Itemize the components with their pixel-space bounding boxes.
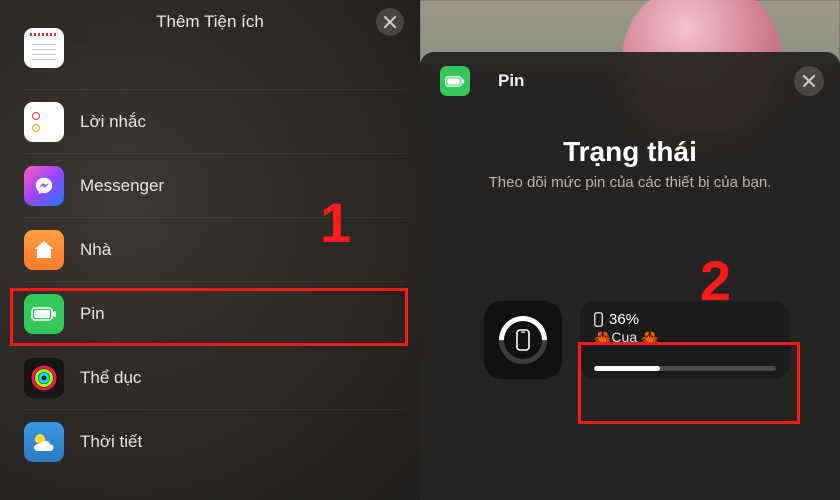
sheet-header: Pin	[420, 52, 840, 106]
app-label: Thời tiết	[80, 432, 142, 452]
app-row-fitness[interactable]: Thể dục	[24, 346, 406, 410]
status-block: Trạng thái Theo dõi mức pin của các thiế…	[420, 136, 840, 191]
fitness-icon	[24, 358, 64, 398]
app-row-battery[interactable]: Pin	[24, 282, 406, 346]
close-icon	[384, 16, 396, 28]
app-label: Nhà	[80, 240, 111, 260]
app-row-messenger[interactable]: Messenger	[24, 154, 406, 218]
phone-icon	[515, 329, 531, 351]
reminders-icon	[24, 102, 64, 142]
widget-preview-panel: Pin Trạng thái Theo dõi mức pin của các …	[420, 0, 840, 500]
sheet-title: Pin	[498, 71, 524, 91]
app-row-reminders[interactable]: Lời nhắc	[24, 90, 406, 154]
app-row-calendar[interactable]	[24, 48, 406, 90]
add-widget-panel: Thêm Tiện ích Lời nhắc Messenger Nhà	[0, 0, 420, 500]
close-icon	[803, 75, 815, 87]
panel-title: Thêm Tiện ích	[156, 12, 264, 32]
app-label: Messenger	[80, 176, 164, 196]
app-label: Thể dục	[80, 368, 141, 388]
app-row-weather[interactable]: Thời tiết	[24, 410, 406, 474]
messenger-icon	[24, 166, 64, 206]
phone-icon	[594, 312, 603, 327]
app-list: Lời nhắc Messenger Nhà Pin Thể dục	[0, 44, 420, 474]
battery-ring	[499, 316, 547, 364]
sheet-close-button[interactable]	[794, 66, 824, 96]
widget-small-battery[interactable]	[484, 301, 562, 379]
widget-percent-row: 36%	[594, 311, 776, 328]
status-title: Trạng thái	[420, 136, 840, 168]
device-name: 🦀Cua 🦀	[594, 329, 776, 346]
widget-previews: 36% 🦀Cua 🦀	[420, 301, 840, 379]
widget-sheet: Pin Trạng thái Theo dõi mức pin của các …	[420, 52, 840, 500]
close-button[interactable]	[376, 8, 404, 36]
home-icon	[24, 230, 64, 270]
battery-icon	[24, 294, 64, 334]
calendar-icon	[24, 28, 64, 68]
battery-icon	[440, 66, 470, 96]
app-label: Lời nhắc	[80, 112, 146, 132]
battery-percent: 36%	[609, 311, 639, 328]
status-subtitle: Theo dõi mức pin của các thiết bị của bạ…	[420, 174, 840, 191]
battery-bar-fill	[594, 366, 660, 371]
app-row-home[interactable]: Nhà	[24, 218, 406, 282]
weather-icon	[24, 422, 64, 462]
battery-bar	[594, 366, 776, 371]
app-label: Pin	[80, 304, 105, 324]
widget-wide-battery[interactable]: 36% 🦀Cua 🦀	[580, 301, 790, 379]
